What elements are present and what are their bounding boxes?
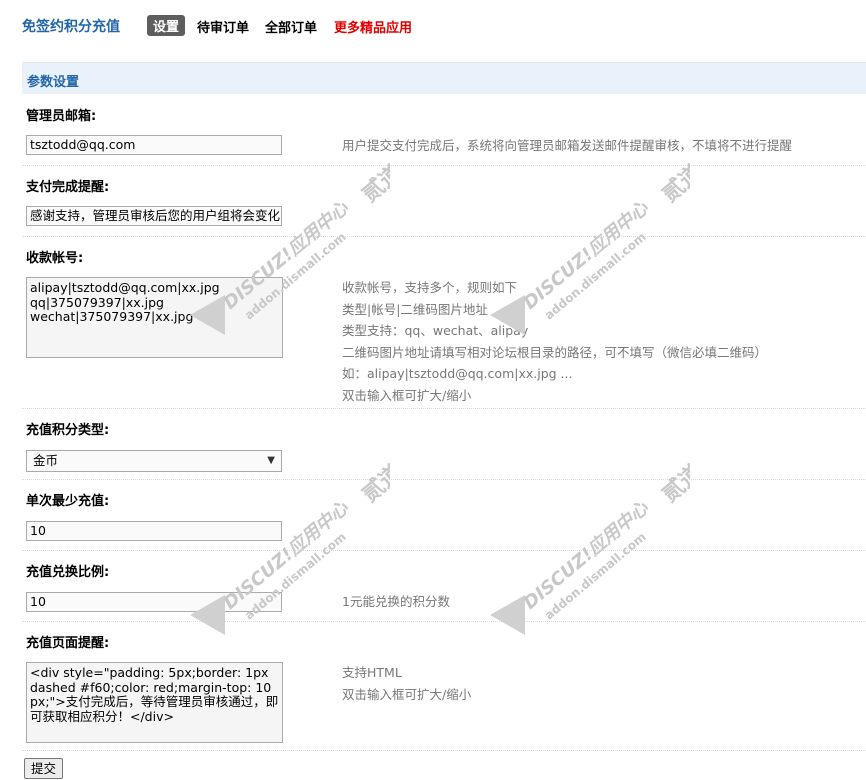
app-title: 免签约积分充值 (22, 19, 120, 35)
accounts-hint-line: 二维码图片地址请填写相对论坛根目录的路径，可不填写（微信必填二维码） (342, 344, 768, 360)
page-notice-hints: 支持HTML 双击输入框可扩大/缩小 (342, 662, 471, 705)
accounts-hint-line: 收款帐号，支持多个，规则如下 (342, 280, 518, 295)
watermark-mark: 贰道 (357, 459, 390, 507)
ratio-label: 充值兑换比例: (26, 565, 110, 580)
watermark-mark: 贰道 (657, 459, 690, 507)
section-header: 参数设置 (22, 62, 866, 94)
accounts-line: qq|375079397|xx.jpg (30, 294, 164, 310)
row-divider (22, 236, 866, 237)
credit-type-value: 金币 (33, 453, 59, 468)
tab-pending-orders[interactable]: 待审订单 (197, 17, 249, 36)
page-notice-label: 充值页面提醒: (26, 636, 110, 651)
watermark-mark: 贰道 (657, 159, 690, 207)
tab-more-apps[interactable]: 更多精品应用 (334, 17, 412, 36)
page-notice-hint-line: 支持HTML (342, 665, 402, 680)
row-divider (22, 408, 866, 409)
admin-email-label: 管理员邮箱: (26, 109, 97, 124)
watermark-mark: 贰道 (357, 159, 390, 207)
admin-email-input[interactable]: tsztodd@qq.com (26, 135, 282, 155)
accounts-hint-line: 如：alipay|tsztodd@qq.com|xx.jpg ... (342, 366, 573, 381)
ratio-hint: 1元能兑换的积分数 (342, 594, 450, 609)
accounts-hint-line: 类型|帐号|二维码图片地址 (342, 301, 488, 317)
credit-type-label: 充值积分类型: (26, 423, 110, 438)
admin-email-hint: 用户提交支付完成后，系统将向管理员邮箱发送邮件提醒审核，不填将不进行提醒 (342, 138, 793, 153)
tab-all-orders[interactable]: 全部订单 (265, 17, 317, 36)
dropdown-arrow-icon: ▼ (267, 455, 275, 466)
accounts-hints: 收款帐号，支持多个，规则如下 类型|帐号|二维码图片地址 类型支持：qq、wec… (342, 277, 767, 406)
accounts-line: alipay|tsztodd@qq.com|xx.jpg (30, 280, 220, 295)
pay-notice-label: 支付完成提醒: (26, 180, 110, 195)
row-divider (22, 750, 866, 751)
top-navigation: 免签约积分充值 设置 待审订单 全部订单 更多精品应用 (0, 0, 866, 52)
row-divider (22, 550, 866, 551)
watermark-domain: addon.dismall.com (542, 530, 649, 623)
row-divider (22, 621, 866, 622)
row-divider (22, 165, 866, 166)
accounts-line: wechat|375079397|xx.jpg (30, 309, 194, 324)
min-recharge-label: 单次最少充值: (26, 494, 110, 509)
ratio-input[interactable]: 10 (26, 592, 282, 612)
tab-settings[interactable]: 设置 (147, 15, 186, 36)
submit-button[interactable]: 提交 (24, 758, 64, 779)
row-divider (22, 479, 866, 480)
accounts-textarea[interactable]: alipay|tsztodd@qq.com|xx.jpg qq|37507939… (26, 277, 283, 358)
page-notice-hint-line: 双击输入框可扩大/缩小 (342, 686, 472, 702)
pay-notice-input[interactable]: 感谢支持，管理员审核后您的用户组将会变化< (26, 206, 282, 226)
accounts-label: 收款帐号: (26, 251, 84, 266)
accounts-hint-line: 双击输入框可扩大/缩小 (342, 387, 472, 403)
section-title: 参数设置 (27, 75, 80, 90)
credit-type-select[interactable]: 金币 ▼ (26, 450, 282, 472)
min-recharge-input[interactable]: 10 (26, 521, 282, 541)
watermark-brand: DISCUZ!应用中心 (520, 497, 654, 614)
page-notice-textarea[interactable]: <div style="padding: 5px;border: 1px das… (26, 662, 283, 743)
accounts-hint-line: 类型支持：qq、wechat、alipay (342, 323, 529, 338)
